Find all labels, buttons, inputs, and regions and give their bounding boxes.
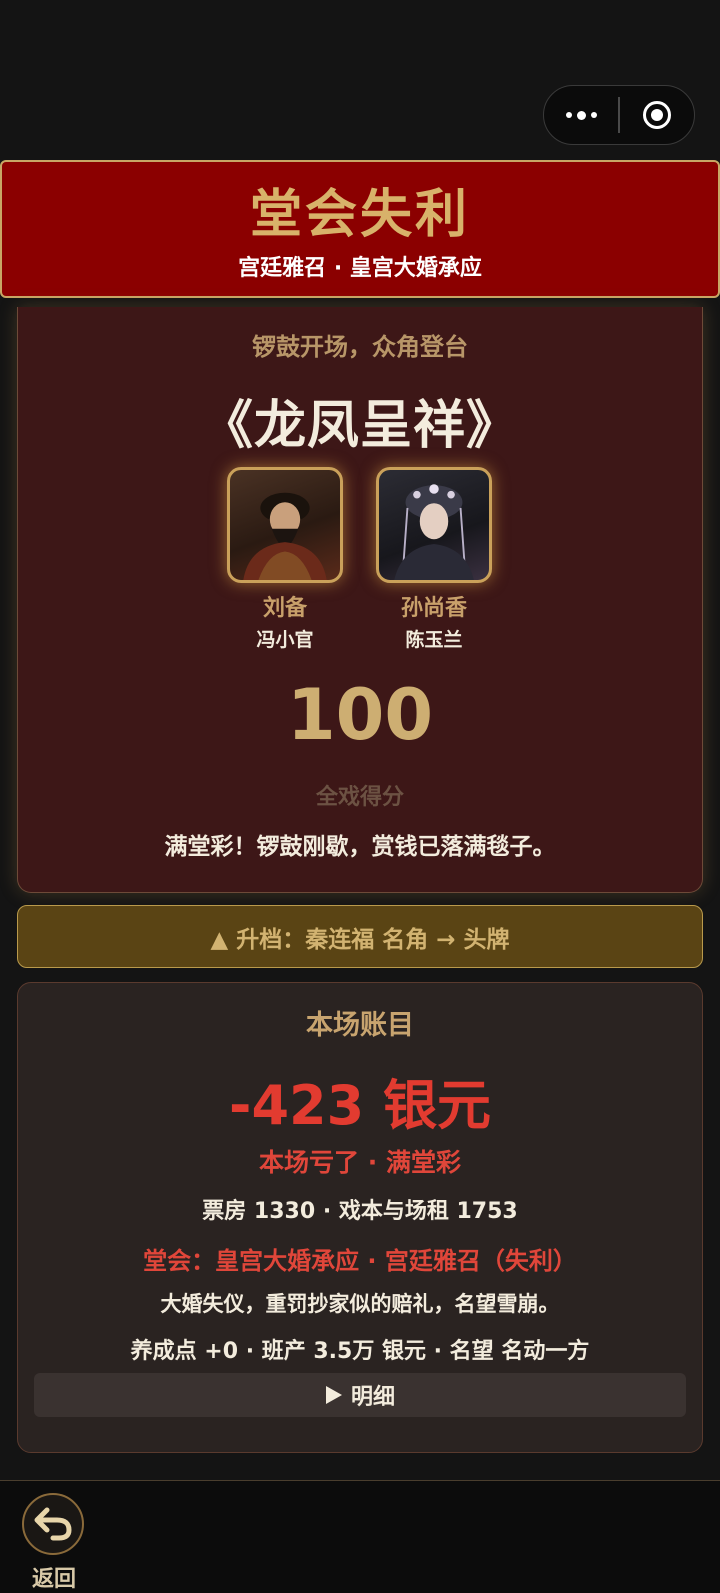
total-score: 100	[286, 674, 434, 756]
penalty-line: 大婚失仪，重罚抄家似的赔礼，名望雪崩。	[160, 1292, 560, 1316]
portrait-liubei	[227, 467, 343, 583]
page-subtitle: 宫廷雅召 · 皇宫大婚承应	[238, 256, 482, 281]
event-line: 堂会：皇宫大婚承应 · 宫廷雅召（失利）	[143, 1247, 577, 1275]
performance-card: 锣鼓开场，众角登台 《龙凤呈祥》 刘备 冯小官 孙尚香 陈玉兰 100 全戏得分…	[17, 307, 703, 893]
score-label: 全戏得分	[315, 785, 404, 810]
play-title: 《龙凤呈祥》	[200, 396, 519, 456]
upgrade-notice: ▲ 升档：秦连福 名角 → 头牌	[17, 905, 703, 968]
detail-toggle-button[interactable]: 明细	[34, 1373, 686, 1417]
back-icon-circle	[22, 1493, 84, 1555]
detail-label: 明细	[350, 1385, 395, 1410]
result-summary: 本场亏了 · 满堂彩	[259, 1148, 461, 1177]
bottom-bar: 返回	[0, 1481, 720, 1593]
page-title: 堂会失利	[249, 185, 470, 245]
portrait-sunshangxiang	[376, 467, 492, 583]
net-amount: -423 银元	[229, 1074, 491, 1137]
target-circle-icon	[642, 101, 671, 129]
close-miniprogram-button[interactable]	[620, 86, 694, 144]
dan-portrait-icon	[394, 484, 474, 580]
revenue-line: 票房 1330 · 戏本与场租 1753	[202, 1199, 518, 1224]
role-name: 孙尚香	[400, 596, 467, 621]
back-arrow-icon	[34, 1507, 72, 1541]
more-dots-icon	[565, 110, 597, 120]
account-card: 本场账目 -423 银元 本场亏了 · 满堂彩 票房 1330 · 戏本与场租 …	[17, 982, 703, 1453]
role-name: 刘备	[262, 596, 307, 621]
actor-name: 冯小官	[256, 629, 314, 651]
actor-name: 陈玉兰	[405, 629, 463, 651]
laosheng-portrait-icon	[243, 492, 327, 580]
audience-comment: 满堂彩！锣鼓刚歇，赏钱已落满毯子。	[164, 834, 556, 860]
back-label: 返回	[31, 1567, 76, 1592]
more-button[interactable]	[544, 86, 618, 144]
miniprogram-capsule	[543, 85, 695, 145]
stats-line: 养成点 +0 · 班产 3.5万 银元 · 名望 名动一方	[130, 1339, 590, 1364]
result-banner: 堂会失利 宫廷雅召 · 皇宫大婚承应	[0, 160, 720, 298]
play-triangle-icon	[325, 1386, 342, 1404]
account-title: 本场账目	[306, 1010, 414, 1041]
opening-text: 锣鼓开场，众角登台	[252, 333, 468, 361]
back-button[interactable]: 返回	[22, 1493, 86, 1593]
